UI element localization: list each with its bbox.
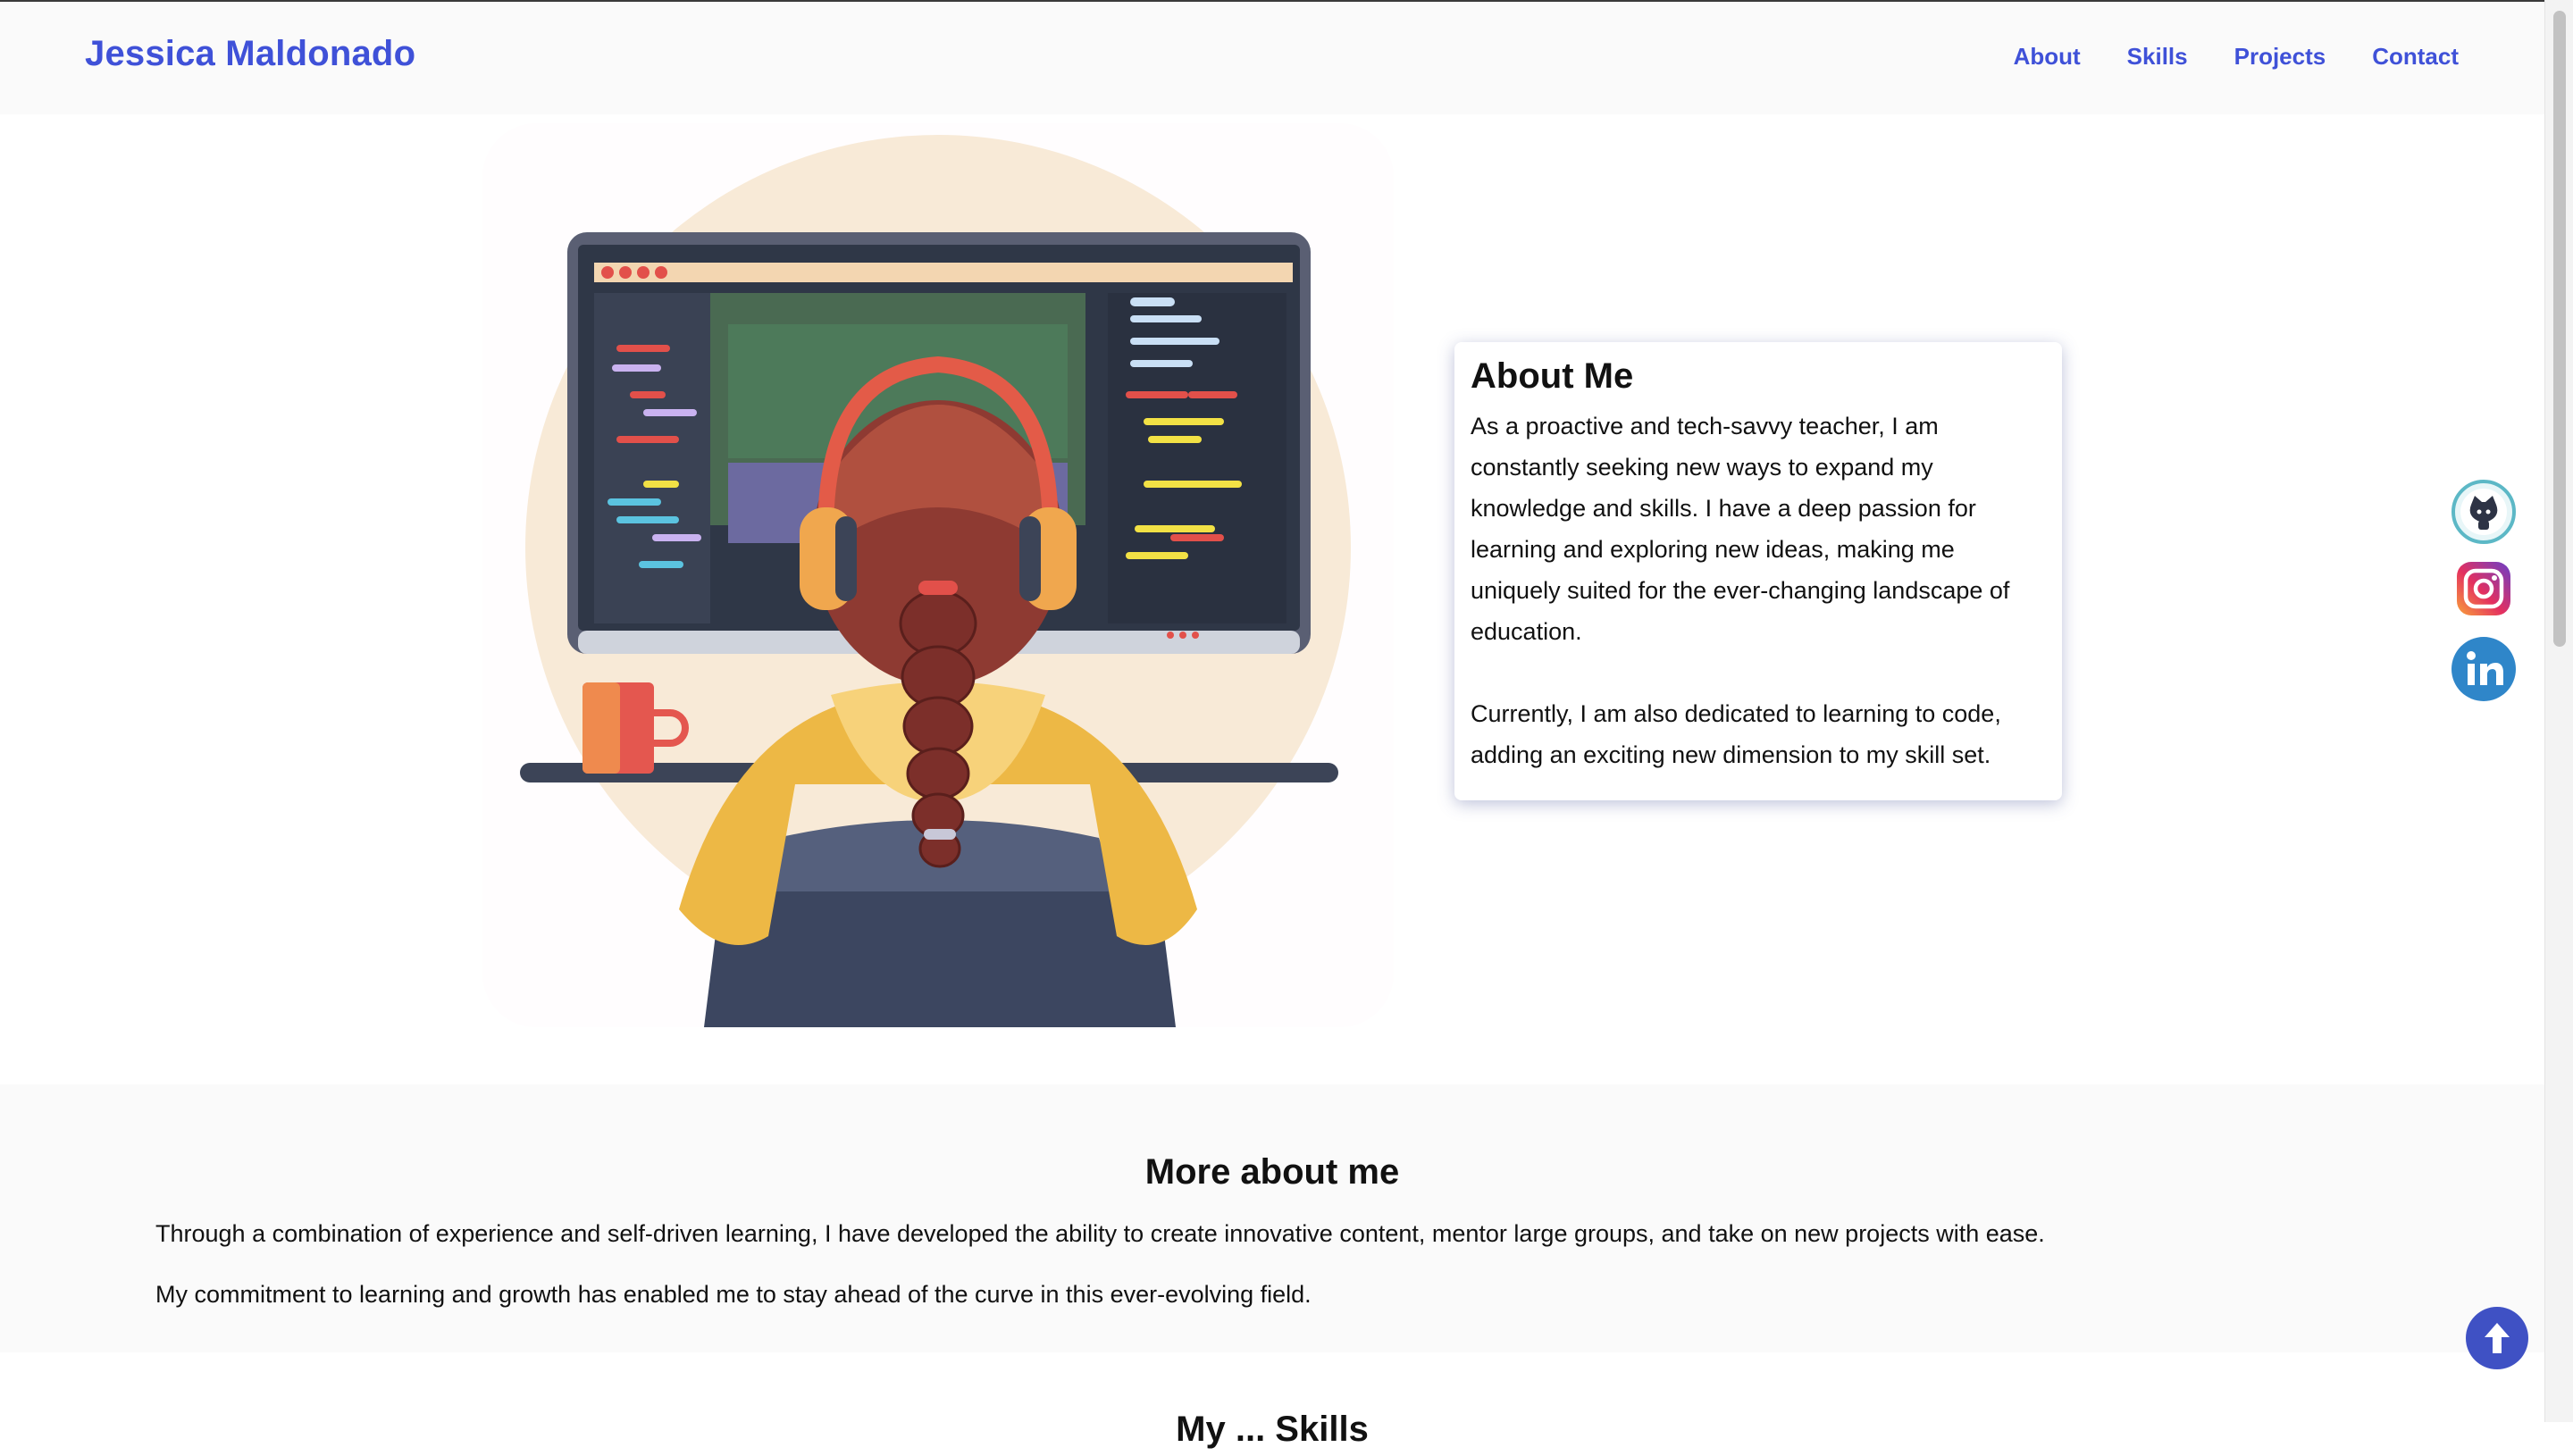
site-brand[interactable]: Jessica Maldonado (85, 34, 415, 74)
nav-projects-link[interactable]: Projects (2234, 43, 2326, 71)
linkedin-link[interactable] (2451, 637, 2516, 701)
next-section-title: My ... Skills (1176, 1410, 1369, 1449)
instagram-link[interactable] (2451, 556, 2516, 621)
more-about-section: More about me Through a combination of e… (0, 1084, 2544, 1352)
about-title: About Me (1471, 356, 1634, 396)
more-about-paragraph-1: Through a combination of experience and … (155, 1220, 2045, 1247)
nav-skills-link[interactable]: Skills (2127, 43, 2188, 71)
more-about-title: More about me (1144, 1152, 1400, 1192)
linkedin-icon (2451, 637, 2516, 701)
developer-illustration (482, 123, 1394, 1027)
scrollbar-thumb[interactable] (2553, 11, 2566, 647)
back-to-top-button[interactable] (2466, 1307, 2528, 1369)
github-icon (2451, 480, 2516, 544)
about-me-card: About Me As a proactive and tech-savvy t… (1454, 342, 2062, 800)
nav-contact-link[interactable]: Contact (2372, 43, 2459, 71)
about-paragraph-1: As a proactive and tech-savvy teacher, I… (1471, 413, 2010, 645)
nav-about-link[interactable]: About (2014, 43, 2081, 71)
github-link[interactable] (2451, 480, 2516, 544)
instagram-icon (2457, 562, 2510, 615)
main-nav: About Skills Projects Contact (2014, 43, 2459, 71)
site-header: Jessica Maldonado About Skills Projects … (0, 2, 2544, 114)
more-about-paragraph-2: My commitment to learning and growth has… (155, 1281, 1312, 1308)
about-paragraph-2: Currently, I am also dedicated to learni… (1471, 700, 2001, 768)
arrow-up-icon (2485, 1323, 2510, 1353)
